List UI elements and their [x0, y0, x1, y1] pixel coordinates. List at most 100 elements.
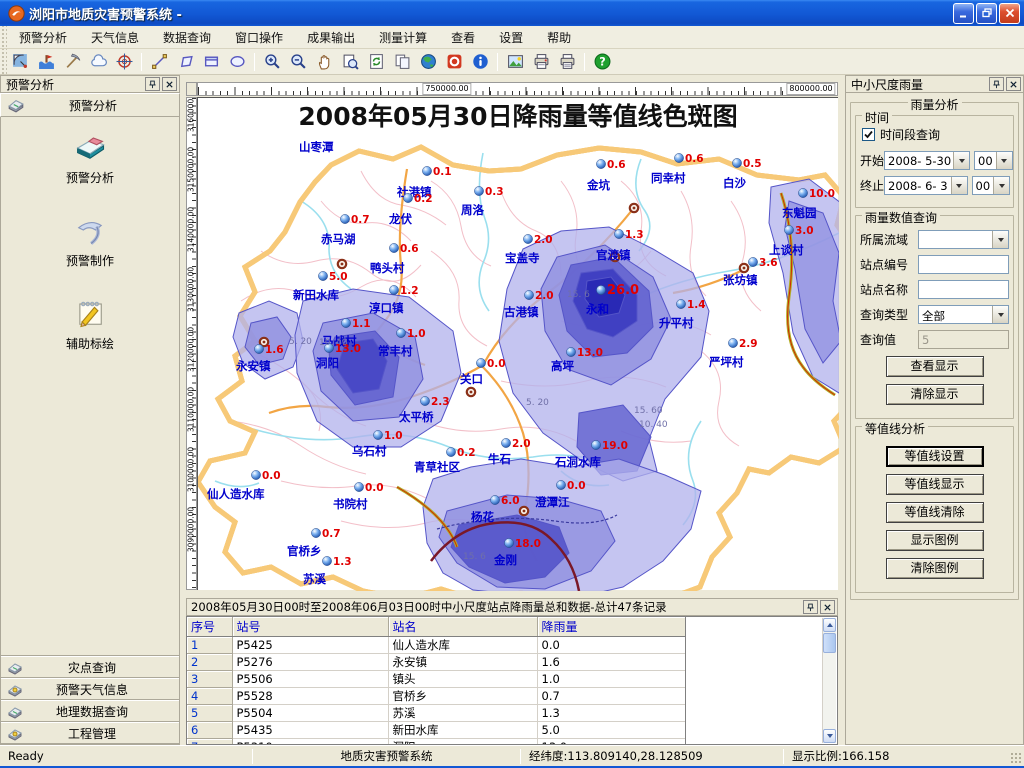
- station-marker[interactable]: [728, 338, 737, 347]
- station-marker[interactable]: [446, 447, 455, 456]
- chevron-down-icon[interactable]: [996, 152, 1012, 169]
- left-panel-header[interactable]: 预警分析: [0, 93, 180, 117]
- menu-item-2[interactable]: 数据查询: [151, 26, 223, 49]
- help-button[interactable]: ?: [590, 51, 614, 73]
- station-marker[interactable]: [748, 257, 757, 266]
- station-marker[interactable]: [420, 396, 429, 405]
- zoom-out-button[interactable]: [286, 51, 310, 73]
- sidebar-item-2[interactable]: 辅助标绘: [66, 295, 114, 352]
- chevron-down-icon[interactable]: [992, 231, 1008, 248]
- map-canvas[interactable]: 0.1社港镇0.6金坑0.6同幸村0.5白沙0.3周洛0.2龙伏10.0东魁园0…: [197, 97, 838, 590]
- station-marker[interactable]: [501, 438, 510, 447]
- station-marker[interactable]: [732, 158, 741, 167]
- copy-map-button[interactable]: [390, 51, 414, 73]
- station-marker[interactable]: [523, 234, 532, 243]
- station-marker[interactable]: [596, 285, 605, 294]
- close-icon[interactable]: [1006, 77, 1021, 91]
- station-marker[interactable]: [373, 430, 382, 439]
- close-icon[interactable]: [162, 77, 177, 91]
- station-marker[interactable]: [322, 556, 331, 565]
- end-hour-combo[interactable]: 00: [972, 176, 1011, 195]
- sidebar-bottom-bar-0[interactable]: 灾点查询: [1, 656, 179, 678]
- chevron-down-icon[interactable]: [992, 306, 1008, 323]
- 查询类型-combo[interactable]: 全部: [918, 305, 1009, 324]
- print-button[interactable]: [555, 51, 579, 73]
- table-scrollbar[interactable]: [822, 618, 836, 743]
- zoom-in-button[interactable]: [260, 51, 284, 73]
- table-row[interactable]: 5P5504苏溪1.3: [187, 705, 685, 722]
- station-marker[interactable]: [318, 271, 327, 280]
- globe-button[interactable]: [416, 51, 440, 73]
- table-row[interactable]: 6P5435新田水库5.0: [187, 722, 685, 739]
- sidebar-bottom-bar-3[interactable]: 工程管理: [1, 722, 179, 744]
- zoom-window-button[interactable]: [338, 51, 362, 73]
- station-marker[interactable]: [341, 318, 350, 327]
- table-row[interactable]: 4P5528官桥乡0.7: [187, 688, 685, 705]
- restore-button[interactable]: [976, 3, 997, 24]
- 站点编号-input[interactable]: [918, 255, 1009, 274]
- sidebar-item-1[interactable]: 预警制作: [66, 212, 114, 269]
- chevron-down-icon[interactable]: [993, 177, 1009, 194]
- station-marker[interactable]: [340, 214, 349, 223]
- pin-icon[interactable]: [145, 77, 160, 91]
- station-marker[interactable]: [614, 229, 623, 238]
- contour-button-4[interactable]: 清除图例: [886, 558, 984, 579]
- station-marker[interactable]: [389, 243, 398, 252]
- polyline-button[interactable]: [147, 51, 171, 73]
- pick-button[interactable]: [60, 51, 84, 73]
- station-marker[interactable]: [784, 225, 793, 234]
- table-header-0[interactable]: 序号: [187, 617, 232, 637]
- table-header-1[interactable]: 站号: [232, 617, 388, 637]
- print-preview-button[interactable]: [529, 51, 553, 73]
- info-button[interactable]: [468, 51, 492, 73]
- contour-button-0[interactable]: 等值线设置: [886, 446, 984, 467]
- chevron-down-icon[interactable]: [953, 152, 969, 169]
- menu-item-0[interactable]: 预警分析: [7, 26, 79, 49]
- pin-icon[interactable]: [989, 77, 1004, 91]
- start-hour-combo[interactable]: 00: [974, 151, 1013, 170]
- sidebar-bottom-bar-2[interactable]: 地理数据查询: [1, 700, 179, 722]
- minimize-button[interactable]: [953, 3, 974, 24]
- polygon-button[interactable]: [173, 51, 197, 73]
- menu-item-4[interactable]: 成果输出: [295, 26, 367, 49]
- station-marker[interactable]: [474, 186, 483, 195]
- end-date-combo[interactable]: 2008- 6- 3: [884, 176, 968, 195]
- scroll-up-icon[interactable]: [823, 618, 836, 632]
- flood-button[interactable]: [34, 51, 58, 73]
- 站点名称-input[interactable]: [918, 280, 1009, 299]
- close-icon[interactable]: [820, 600, 835, 614]
- table-row[interactable]: 2P5276永安镇1.6: [187, 654, 685, 671]
- station-marker[interactable]: [311, 528, 320, 537]
- contour-button-3[interactable]: 显示图例: [886, 530, 984, 551]
- contour-button-2[interactable]: 等值线清除: [886, 502, 984, 523]
- pan-button[interactable]: [312, 51, 336, 73]
- station-marker[interactable]: [596, 159, 605, 168]
- target-button[interactable]: [112, 51, 136, 73]
- station-marker[interactable]: [504, 538, 513, 547]
- station-marker[interactable]: [251, 470, 260, 479]
- station-marker[interactable]: [556, 480, 565, 489]
- ellipse-button[interactable]: [225, 51, 249, 73]
- table-row[interactable]: 3P5506镇头1.0: [187, 671, 685, 688]
- menu-item-7[interactable]: 设置: [487, 26, 535, 49]
- cloud-button[interactable]: [86, 51, 110, 73]
- table-row[interactable]: 1P5425仙人造水库0.0: [187, 637, 685, 654]
- satellite-button[interactable]: [8, 51, 32, 73]
- contour-button-1[interactable]: 等值线显示: [886, 474, 984, 495]
- 所属流域-combo[interactable]: [918, 230, 1009, 249]
- table-header-2[interactable]: 站名: [388, 617, 537, 637]
- station-marker[interactable]: [674, 153, 683, 162]
- station-marker[interactable]: [403, 193, 412, 202]
- station-marker[interactable]: [389, 285, 398, 294]
- menu-grip[interactable]: [0, 26, 7, 48]
- menu-item-6[interactable]: 查看: [439, 26, 487, 49]
- station-marker[interactable]: [524, 290, 533, 299]
- scrollbar-thumb[interactable]: [823, 633, 836, 653]
- scroll-down-icon[interactable]: [823, 729, 836, 743]
- resize-grip[interactable]: [1010, 752, 1023, 765]
- station-marker[interactable]: [591, 440, 600, 449]
- station-table[interactable]: 序号站号站名降雨量1P5425仙人造水库0.02P5276永安镇1.63P550…: [187, 617, 686, 745]
- menu-item-3[interactable]: 窗口操作: [223, 26, 295, 49]
- refresh-button[interactable]: [364, 51, 388, 73]
- query-button-1[interactable]: 清除显示: [886, 384, 984, 405]
